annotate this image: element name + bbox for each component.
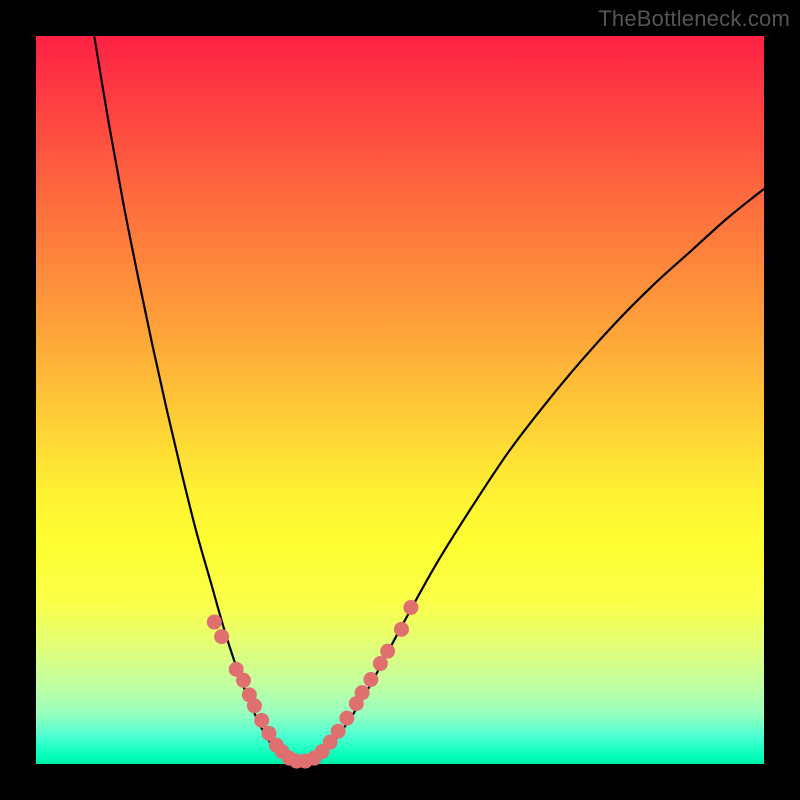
watermark-text: TheBottleneck.com [598,6,790,32]
right-marker-cluster [363,672,378,687]
right-marker-cluster [403,600,418,615]
bottleneck-curve-left [94,36,298,763]
plot-area [36,36,764,764]
left-marker-cluster [236,673,251,688]
left-marker-cluster [214,629,229,644]
right-marker-cluster [380,644,395,659]
right-marker-cluster [355,685,370,700]
curve-layer [36,36,764,764]
left-marker-cluster [254,713,269,728]
left-marker-cluster [247,698,262,713]
left-marker-cluster [207,615,222,630]
right-marker-cluster [394,622,409,637]
right-marker-cluster [331,724,346,739]
marker-group [207,600,419,769]
chart-container: TheBottleneck.com [0,0,800,800]
right-marker-cluster [339,711,354,726]
